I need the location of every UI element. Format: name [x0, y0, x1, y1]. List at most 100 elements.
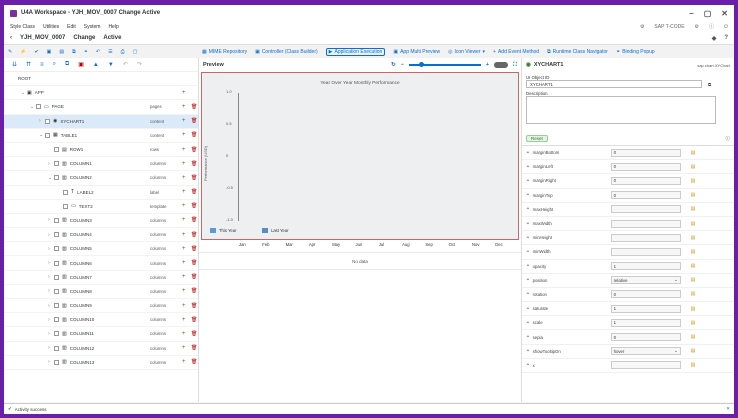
- tree-row[interactable]: › ▥ COLUMN4 columns + 🗑: [4, 228, 198, 243]
- copy-id-icon[interactable]: ⧉: [708, 82, 711, 87]
- row-checkbox[interactable]: [63, 203, 68, 209]
- aggregation-label[interactable]: rows: [150, 147, 159, 152]
- maximize-icon[interactable]: ▢: [704, 9, 712, 18]
- expression-icon[interactable]: ▤: [691, 150, 696, 156]
- pin-icon[interactable]: ◆: [712, 35, 717, 42]
- controller-button[interactable]: ▣ Controller (Class Builder): [255, 49, 318, 55]
- row-checkbox[interactable]: [54, 359, 59, 365]
- settings-icon[interactable]: ⚙: [640, 24, 644, 30]
- menu-edit[interactable]: Edit: [67, 24, 76, 30]
- delete-icon[interactable]: 🗑: [191, 147, 197, 153]
- tree-row[interactable]: › ▥ COLUMN6 columns + 🗑: [4, 256, 198, 271]
- tree-row[interactable]: ⌄ ▣ APP +: [4, 86, 198, 101]
- aggregation-label[interactable]: columns: [150, 175, 166, 180]
- close-icon[interactable]: ✕: [721, 9, 728, 18]
- binding-icon[interactable]: ⚭: [526, 348, 530, 354]
- row-checkbox[interactable]: [54, 232, 59, 238]
- sap-t-code-label[interactable]: SAP T-CODE: [654, 24, 684, 30]
- tree-row[interactable]: › ▥ COLUMN13 columns + 🗑: [4, 356, 198, 370]
- aggregation-label[interactable]: template: [150, 204, 166, 209]
- add-child-icon[interactable]: +: [182, 317, 186, 323]
- gear-icon[interactable]: ⚙: [695, 24, 699, 30]
- binding-icon[interactable]: ⚭: [526, 362, 530, 368]
- delete-icon[interactable]: 🗑: [191, 161, 197, 167]
- row-checkbox[interactable]: [36, 104, 41, 110]
- row-checkbox[interactable]: [54, 331, 59, 337]
- legend-item-last-year[interactable]: Last Year: [262, 228, 288, 233]
- aggregation-label[interactable]: columns: [150, 303, 166, 308]
- application-execution-button[interactable]: ▶ Application Execution: [325, 47, 386, 56]
- delete-icon[interactable]: ▣: [78, 61, 84, 68]
- runtime-class-navigator-button[interactable]: ⧉ Runtime Class Navigator: [547, 49, 608, 55]
- tree-row[interactable]: ⌄ ▥ COLUMN2 columns + 🗑: [4, 171, 198, 186]
- expression-icon[interactable]: ▤: [691, 249, 696, 255]
- property-value-field[interactable]: 1: [610, 318, 681, 327]
- row-checkbox[interactable]: [54, 288, 59, 294]
- aggregation-label[interactable]: columns: [150, 289, 166, 294]
- move-up-icon[interactable]: ▲: [93, 62, 99, 68]
- delete-icon[interactable]: 🗑: [191, 232, 197, 238]
- add-child-icon[interactable]: +: [182, 232, 186, 238]
- expand-all-icon[interactable]: ⇊: [12, 61, 17, 68]
- aggregation-label[interactable]: content: [150, 119, 164, 124]
- property-value-field[interactable]: [610, 233, 681, 242]
- expression-icon[interactable]: ▤: [691, 362, 696, 368]
- property-value-field[interactable]: [610, 205, 681, 214]
- tree-row[interactable]: ⌄ ▦ TABLE1 content + 🗑: [4, 129, 198, 143]
- add-child-icon[interactable]: +: [182, 161, 186, 167]
- status-close-icon[interactable]: ✕: [726, 406, 730, 412]
- save-icon[interactable]: ▤: [59, 49, 64, 55]
- property-value-field[interactable]: [610, 247, 681, 256]
- minimize-icon[interactable]: –: [689, 9, 693, 18]
- binding-icon[interactable]: ⚭: [526, 263, 530, 269]
- row-checkbox[interactable]: [54, 260, 59, 266]
- info-icon[interactable]: ⓘ: [709, 23, 714, 30]
- delete-icon[interactable]: 🗑: [191, 288, 197, 294]
- add-child-icon[interactable]: +: [182, 345, 186, 351]
- add-child-icon[interactable]: +: [182, 303, 186, 309]
- property-value-field[interactable]: 1: [610, 304, 681, 313]
- aggregation-label[interactable]: columns: [150, 161, 166, 166]
- row-checkbox[interactable]: [54, 303, 59, 309]
- refresh-icon[interactable]: ↻: [391, 62, 396, 68]
- binding-icon[interactable]: ⚭: [526, 221, 530, 227]
- delete-icon[interactable]: 🗑: [191, 104, 197, 110]
- property-value-field[interactable]: 0: [610, 162, 681, 171]
- expression-icon[interactable]: ▤: [691, 221, 696, 227]
- add-child-icon[interactable]: +: [182, 260, 186, 266]
- zoom-in-icon[interactable]: +: [486, 62, 489, 68]
- property-value-field[interactable]: 0: [610, 290, 681, 299]
- delete-icon[interactable]: 🗑: [191, 359, 197, 365]
- dropdown-icon[interactable]: ⌄: [674, 348, 678, 354]
- tree-row[interactable]: ROOT: [4, 72, 198, 87]
- menu-style-class[interactable]: Style Class: [10, 24, 35, 30]
- app-multi-preview-button[interactable]: ▣ App Multi Preview: [393, 49, 440, 55]
- property-value-field[interactable]: [610, 361, 681, 370]
- row-checkbox[interactable]: [54, 317, 59, 323]
- preview-toggle[interactable]: [494, 62, 509, 68]
- row-checkbox[interactable]: [54, 246, 59, 252]
- add-child-icon[interactable]: +: [182, 104, 186, 110]
- binding-icon[interactable]: ⚭: [526, 206, 530, 212]
- tree-row[interactable]: › ◉ XYCHART1 content + 🗑: [4, 114, 198, 129]
- undo-icon[interactable]: ↶: [123, 61, 128, 68]
- fullscreen-icon[interactable]: ⛶: [513, 62, 517, 69]
- property-value-field[interactable]: 0: [610, 148, 681, 157]
- description-field[interactable]: [526, 96, 716, 124]
- redo-icon[interactable]: ↷: [137, 61, 142, 68]
- add-child-icon[interactable]: +: [182, 331, 186, 337]
- property-value-field[interactable]: hover ⌄: [610, 347, 681, 356]
- tree-row[interactable]: › ▥ COLUMN9 columns + 🗑: [4, 299, 198, 314]
- binding-icon[interactable]: ⚭: [526, 192, 530, 198]
- binding-icon[interactable]: ⚭: [526, 291, 530, 297]
- expression-icon[interactable]: ▤: [691, 178, 696, 184]
- tree-row[interactable]: › ▥ COLUMN1 columns + 🗑: [4, 157, 198, 172]
- expression-icon[interactable]: ▤: [691, 320, 696, 326]
- tree-row[interactable]: › ▥ COLUMN8 columns + 🗑: [4, 285, 198, 299]
- row-checkbox[interactable]: [54, 274, 59, 280]
- aggregation-label[interactable]: pages: [150, 104, 162, 109]
- add-child-icon[interactable]: +: [182, 217, 186, 223]
- dropdown-icon[interactable]: ⌄: [674, 277, 678, 283]
- delete-icon[interactable]: 🗑: [191, 175, 197, 181]
- menu-system[interactable]: System: [84, 24, 101, 30]
